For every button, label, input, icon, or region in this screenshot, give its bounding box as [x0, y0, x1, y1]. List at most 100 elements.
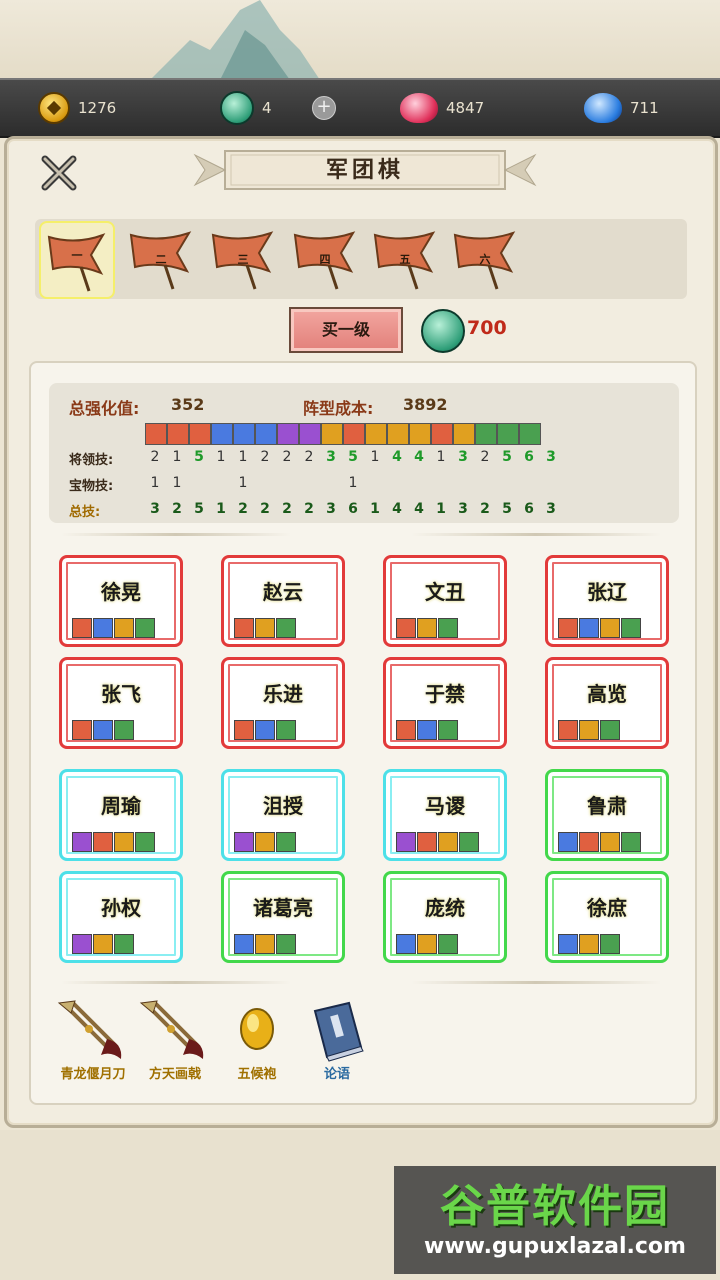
general-card[interactable]: 沮授: [221, 769, 345, 861]
skill-count: 1: [172, 449, 182, 465]
flag-label: 二: [155, 253, 167, 266]
general-skill-chips: [234, 720, 297, 740]
level-flag-strip: 一 二 三 四 五 六: [35, 219, 687, 299]
skill-count: 3: [546, 501, 556, 517]
watermark-logo: 谷普软件园 www.gupuxlazal.com: [394, 1166, 716, 1274]
flag-tab-4[interactable]: 四: [291, 229, 357, 291]
mountain-decoration: [150, 0, 320, 80]
general-skill-chips: [396, 618, 459, 638]
flag-tab-1[interactable]: 一: [39, 221, 115, 299]
general-card[interactable]: 鲁肃: [545, 769, 669, 861]
page-title: 军团棋: [325, 157, 404, 183]
skill-type-chip: [409, 423, 431, 445]
formation-cost-value: 3892: [403, 395, 448, 414]
item-analects[interactable]: 论语: [295, 999, 379, 1089]
watermark-url: www.gupuxlazal.com: [424, 1234, 686, 1259]
general-card[interactable]: 张辽: [545, 555, 669, 647]
total-enhance-label: 总强化值:: [69, 399, 140, 418]
flag-tab-5[interactable]: 五: [371, 229, 437, 291]
flag-tab-2[interactable]: 二: [127, 229, 193, 291]
skill-chip: [255, 720, 275, 740]
flag-label: 四: [319, 253, 331, 266]
item-wuhou-robe[interactable]: 五候袍: [215, 999, 299, 1089]
general-name: 张辽: [587, 580, 627, 604]
general-name: 徐庶: [587, 896, 627, 920]
divider: [411, 981, 661, 984]
skill-chip: [234, 832, 254, 852]
skill-chip: [93, 934, 113, 954]
skill-chip: [114, 832, 134, 852]
general-card[interactable]: 文丑: [383, 555, 507, 647]
row-label-treasure: 宝物技:: [69, 479, 114, 494]
general-card[interactable]: 马谡: [383, 769, 507, 861]
general-card[interactable]: 徐晃: [59, 555, 183, 647]
add-jade-button[interactable]: +: [312, 90, 336, 126]
skill-chip: [276, 832, 296, 852]
jade-dragon-icon: [421, 309, 465, 353]
skill-chip: [579, 832, 599, 852]
skill-count: 4: [392, 449, 402, 465]
skill-chip: [234, 934, 254, 954]
flag-tab-3[interactable]: 三: [209, 229, 275, 291]
skill-count: 1: [172, 475, 182, 491]
general-card[interactable]: 徐庶: [545, 871, 669, 963]
skill-chip: [558, 720, 578, 740]
item-label: 方天画戟: [148, 1067, 201, 1082]
divider: [411, 533, 661, 536]
general-card[interactable]: 乐进: [221, 657, 345, 749]
general-skill-chips: [558, 618, 642, 638]
skill-count: 4: [392, 501, 402, 517]
skill-count: 2: [238, 501, 248, 517]
plus-icon: +: [312, 96, 336, 120]
skill-count: 1: [436, 501, 446, 517]
jade-value: 4: [262, 99, 272, 117]
item-qinglong-blade[interactable]: 青龙偃月刀: [51, 999, 135, 1089]
skill-count: 2: [304, 501, 314, 517]
general-name: 于禁: [425, 682, 465, 706]
buy-cost: 700: [467, 317, 507, 339]
flag-label: 六: [479, 253, 491, 266]
general-skill-chips: [558, 720, 621, 740]
divider: [61, 981, 291, 984]
general-card[interactable]: 张飞: [59, 657, 183, 749]
item-fangtian-halberd[interactable]: 方天画戟: [133, 999, 217, 1089]
general-name: 高览: [587, 682, 627, 706]
skill-count: 3: [458, 449, 468, 465]
general-skill-chips: [234, 618, 297, 638]
skill-count: 1: [370, 449, 380, 465]
skill-type-chip: [189, 423, 211, 445]
flag-label: 一: [71, 249, 83, 262]
skill-count: 6: [348, 501, 358, 517]
buy-level-button[interactable]: 买一级: [289, 307, 403, 353]
close-icon[interactable]: [39, 153, 79, 193]
flag-tab-6[interactable]: 六: [451, 229, 517, 291]
resource-bar: 1276 4 + 4847 711: [0, 78, 720, 138]
skill-chip: [234, 720, 254, 740]
skill-type-chip: [453, 423, 475, 445]
skill-chip: [234, 618, 254, 638]
legion-chess-panel: 军团棋 一 二 三 四 五 六 买一级 700 总强化值: 352 阵型成本: …: [4, 136, 718, 1128]
general-card[interactable]: 周瑜: [59, 769, 183, 861]
general-card[interactable]: 诸葛亮: [221, 871, 345, 963]
skill-chip: [93, 832, 113, 852]
general-card[interactable]: 于禁: [383, 657, 507, 749]
coin-resource: 1276: [38, 90, 116, 126]
skill-type-chip: [365, 423, 387, 445]
skill-count: 2: [150, 449, 160, 465]
skill-chip: [72, 832, 92, 852]
skill-count: 1: [238, 475, 248, 491]
formation-area: 总强化值: 352 阵型成本: 3892 将领技: 宝物技: 总技: 21511…: [29, 361, 697, 1105]
skill-count: 5: [502, 501, 512, 517]
formation-cost-label: 阵型成本:: [303, 399, 374, 418]
general-card[interactable]: 庞统: [383, 871, 507, 963]
skill-count: 1: [216, 449, 226, 465]
general-name: 文丑: [425, 580, 465, 604]
general-card[interactable]: 高览: [545, 657, 669, 749]
skill-chip: [72, 720, 92, 740]
skill-chip: [93, 720, 113, 740]
skill-chip: [396, 618, 416, 638]
general-skill-chips: [558, 934, 621, 954]
general-card[interactable]: 赵云: [221, 555, 345, 647]
general-card[interactable]: 孙权: [59, 871, 183, 963]
general-skill-chips: [234, 934, 297, 954]
